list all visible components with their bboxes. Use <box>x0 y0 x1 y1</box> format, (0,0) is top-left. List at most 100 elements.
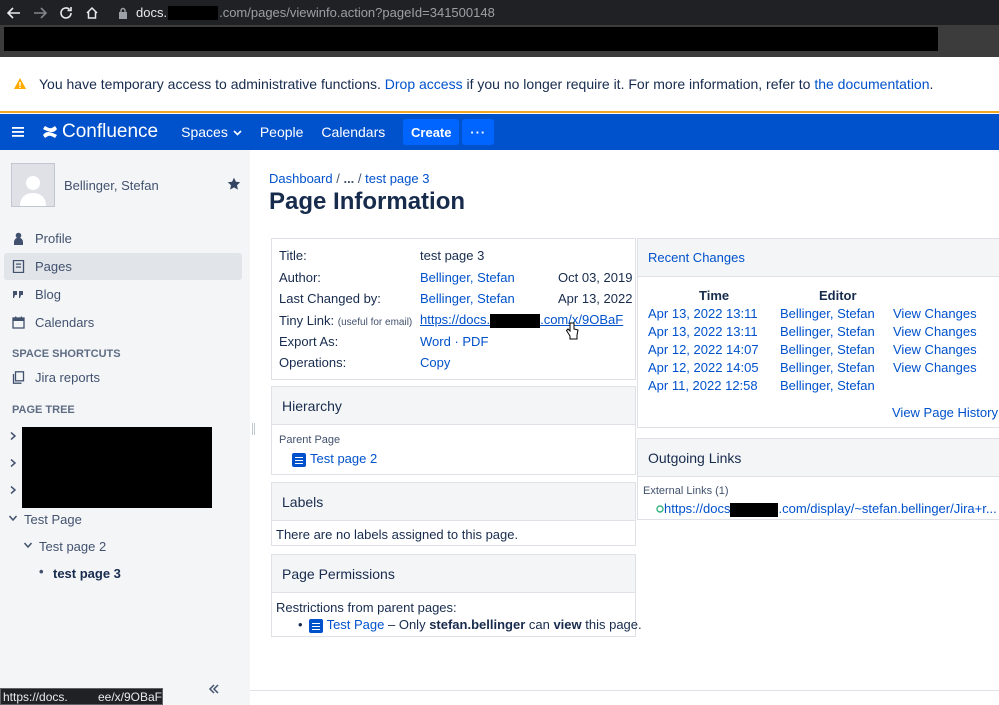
view-changes-link[interactable]: View Changes <box>893 360 977 375</box>
breadcrumb-current[interactable]: test page 3 <box>365 171 429 186</box>
redacted-block <box>730 502 779 517</box>
restricted-page-link[interactable]: Test Page <box>327 617 385 632</box>
view-changes-link[interactable]: View Changes <box>893 324 977 339</box>
editor-column-header: Editor <box>819 288 857 303</box>
breadcrumb-separator: / <box>354 171 366 186</box>
view-changes-link[interactable]: View Changes <box>893 306 977 321</box>
breadcrumb-ellipsis[interactable]: ... <box>343 171 354 186</box>
spaces-label: Spaces <box>181 124 228 140</box>
page-icon <box>292 452 306 467</box>
export-label: Export As: <box>279 334 339 349</box>
parent-page[interactable]: Test page 2 <box>292 451 377 467</box>
avatar <box>11 163 55 207</box>
menu-button[interactable] <box>0 114 36 150</box>
tiny-link[interactable]: https://docs. .com/x/9OBaF <box>420 312 623 328</box>
change-time-link[interactable]: Apr 12, 2022 14:05 <box>648 360 759 375</box>
restriction-text: can <box>525 617 554 632</box>
breadcrumb-dashboard[interactable]: Dashboard <box>269 171 333 186</box>
forward-button[interactable] <box>28 1 52 25</box>
spaces-menu[interactable]: Spaces <box>172 124 251 140</box>
people-link[interactable]: People <box>251 124 313 140</box>
space-shortcuts-heading: SPACE SHORTCUTS <box>12 348 121 360</box>
change-editor-link[interactable]: Bellinger, Stefan <box>780 342 875 357</box>
shortcut-jira-reports[interactable]: Jira reports <box>4 364 242 391</box>
star-icon[interactable] <box>227 177 241 191</box>
title-value: test page 3 <box>420 248 485 263</box>
sidebar-item-label: Blog <box>35 287 62 302</box>
page-icon <box>308 618 323 633</box>
change-time-link[interactable]: Apr 11, 2022 12:58 <box>648 378 758 393</box>
create-button[interactable]: Create <box>403 119 460 145</box>
address-bar[interactable]: docs. .com/pages/viewinfo.action?pageId=… <box>118 5 495 20</box>
redacted-block <box>490 313 541 328</box>
recent-changes-heading[interactable]: Recent Changes <box>638 239 999 277</box>
user-silhouette-icon <box>20 176 46 206</box>
change-editor-link[interactable]: Bellinger, Stefan <box>780 324 875 339</box>
view-changes-link[interactable]: View Changes <box>893 342 977 357</box>
chevron-right-icon[interactable] <box>9 486 17 494</box>
shortcut-label: Jira reports <box>35 370 101 385</box>
tiny-link-label-text: Tiny Link: <box>279 313 335 328</box>
hamburger-icon <box>12 127 24 137</box>
chevron-right-icon[interactable] <box>9 459 17 467</box>
restriction-permission: view <box>553 617 582 632</box>
parent-page-label: Parent Page <box>279 434 341 446</box>
sidebar-item-blog[interactable]: Blog <box>4 281 242 308</box>
change-time-link[interactable]: Apr 12, 2022 14:07 <box>648 342 759 357</box>
documentation-link[interactable]: the documentation <box>814 76 929 92</box>
redacted-block <box>67 690 98 703</box>
sidebar: Bellinger, Stefan Profile Pages Blog Cal… <box>0 150 250 705</box>
arrow-left-icon <box>7 6 20 19</box>
sidebar-item-label: Pages <box>35 259 72 274</box>
sidebar-item-profile[interactable]: Profile <box>4 225 242 252</box>
chevron-down-icon[interactable] <box>24 541 32 549</box>
permissions-heading: Page Permissions <box>272 555 635 593</box>
footer-divider <box>250 690 999 691</box>
export-word-link[interactable]: Word <box>420 334 451 349</box>
last-changed-link[interactable]: Bellinger, Stefan <box>420 291 515 306</box>
drop-access-link[interactable]: Drop access <box>385 76 463 92</box>
hierarchy-panel: Hierarchy Parent Page Test page 2 <box>271 386 636 475</box>
tree-item-test-page-3[interactable]: test page 3 <box>53 566 121 581</box>
double-chevron-left-icon[interactable] <box>208 683 220 695</box>
banner-text: You have temporary access to administrat… <box>39 76 385 92</box>
chevron-down-icon[interactable] <box>9 514 17 522</box>
sidebar-item-calendars[interactable]: Calendars <box>4 309 242 336</box>
chevron-right-icon[interactable] <box>9 432 17 440</box>
change-time-link[interactable]: Apr 13, 2022 13:11 <box>648 324 758 339</box>
copy-link[interactable]: Copy <box>420 355 450 370</box>
sidebar-item-label: Profile <box>35 231 72 246</box>
sidebar-item-pages[interactable]: Pages <box>4 253 242 280</box>
calendars-link[interactable]: Calendars <box>312 124 394 140</box>
confluence-logo[interactable]: Confluence <box>42 121 158 143</box>
tree-item-test-page-2[interactable]: Test page 2 <box>39 539 106 554</box>
change-time-link[interactable]: Apr 13, 2022 13:11 <box>648 306 758 321</box>
tree-item-test-page[interactable]: Test Page <box>24 512 82 527</box>
user-profile[interactable]: Bellinger, Stefan <box>11 163 241 207</box>
copy-icon <box>12 371 25 384</box>
change-editor-link[interactable]: Bellinger, Stefan <box>780 378 875 393</box>
arrow-right-icon <box>34 6 47 19</box>
banner-text: if you no longer require it. For more in… <box>462 76 815 92</box>
back-button[interactable] <box>2 1 26 25</box>
home-button[interactable] <box>80 1 104 25</box>
view-page-history-link[interactable]: View Page History <box>892 405 998 420</box>
recent-changes-panel: Recent Changes Time Editor Apr 13, 2022 … <box>637 238 999 428</box>
banner-text: . <box>929 76 934 92</box>
author-link[interactable]: Bellinger, Stefan <box>420 270 515 285</box>
parent-page-link[interactable]: Test page 2 <box>310 451 377 466</box>
change-editor-link[interactable]: Bellinger, Stefan <box>780 360 875 375</box>
sidebar-resize-handle[interactable] <box>252 423 255 435</box>
redacted-block <box>22 427 212 508</box>
reload-button[interactable] <box>54 1 78 25</box>
external-link[interactable]: https://docs .com/display/~stefan.belling… <box>664 501 997 517</box>
hierarchy-heading: Hierarchy <box>272 387 635 425</box>
more-create-button[interactable]: ··· <box>462 119 495 145</box>
no-labels-text: There are no labels assigned to this pag… <box>276 527 519 542</box>
tiny-link-hint: (useful for email) <box>337 317 413 328</box>
redacted-block <box>4 27 938 51</box>
change-editor-link[interactable]: Bellinger, Stefan <box>780 306 875 321</box>
reload-icon <box>60 6 72 19</box>
export-pdf-link[interactable]: PDF <box>462 334 488 349</box>
chevron-down-icon <box>233 129 242 136</box>
